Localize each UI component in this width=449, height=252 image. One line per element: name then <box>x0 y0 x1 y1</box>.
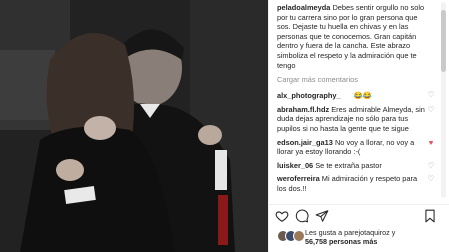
comment-item: luisker_06 Se te extraña pastor ♡ <box>269 159 439 173</box>
likes-summary[interactable]: Les gusta a parejotaquiroz y 56,758 pers… <box>277 228 449 250</box>
comment-item: alx_photography_ 😂😂 ♡ <box>269 88 439 103</box>
comments-scrollbar[interactable] <box>441 2 446 198</box>
likes-line-1: Les gusta a parejotaquiroz y <box>305 228 396 237</box>
comment-like-icon[interactable]: ♡ <box>427 161 435 170</box>
avatar <box>293 230 305 242</box>
comment-item: edson.jair_ga13 No voy a llorar, no voy … <box>269 136 439 159</box>
caption-username[interactable]: peladoalmeyda <box>277 3 330 12</box>
comment-like-icon[interactable]: ♡ <box>427 91 435 99</box>
comment-item: abraham.fl.hdz Eres admirable Almeyda, s… <box>269 103 439 136</box>
comment-text: Se te extraña pastor <box>315 160 382 170</box>
comment-like-icon[interactable]: ♡ <box>427 175 435 183</box>
comment-username[interactable]: edson.jair_ga13 <box>277 138 333 147</box>
post-photo[interactable] <box>0 0 268 252</box>
comments-scroll-area[interactable]: peladoalmeyda Debes sentir orgullo no so… <box>269 0 439 200</box>
comment-username[interactable]: weroferreira <box>277 174 320 183</box>
likes-text: Les gusta a parejotaquiroz y 56,758 pers… <box>305 228 449 247</box>
load-more-comments-link[interactable]: Cargar más comentarios <box>277 75 439 84</box>
speech-bubble-icon[interactable] <box>295 209 309 223</box>
liker-avatars <box>277 230 305 244</box>
comment-username[interactable]: alx_photography_ <box>277 91 341 100</box>
photo-illustration <box>0 0 268 252</box>
scrollbar-thumb[interactable] <box>441 10 446 72</box>
likes-line-2: 56,758 personas más <box>305 237 378 247</box>
caption-text: Debes sentir orgullo no solo por tu carr… <box>277 3 425 70</box>
bookmark-icon[interactable] <box>423 209 437 223</box>
comment-like-icon[interactable]: ♡ <box>427 105 435 114</box>
comment-username[interactable]: abraham.fl.hdz <box>277 105 329 114</box>
heart-outline-icon[interactable] <box>275 209 289 223</box>
paper-plane-icon[interactable] <box>315 209 329 223</box>
emoji-icon <box>345 90 354 99</box>
post-action-bar <box>269 204 449 226</box>
comment-text: 😂😂 <box>353 91 373 101</box>
post-caption: peladoalmeyda Debes sentir orgullo no so… <box>269 0 439 70</box>
comment-item: weroferreira Mi admiración y respeto par… <box>269 172 439 195</box>
comment-liked-icon[interactable]: ♥ <box>427 138 435 147</box>
comment-username[interactable]: luisker_06 <box>277 161 313 170</box>
post-sidebar: peladoalmeyda Debes sentir orgullo no so… <box>268 0 449 252</box>
